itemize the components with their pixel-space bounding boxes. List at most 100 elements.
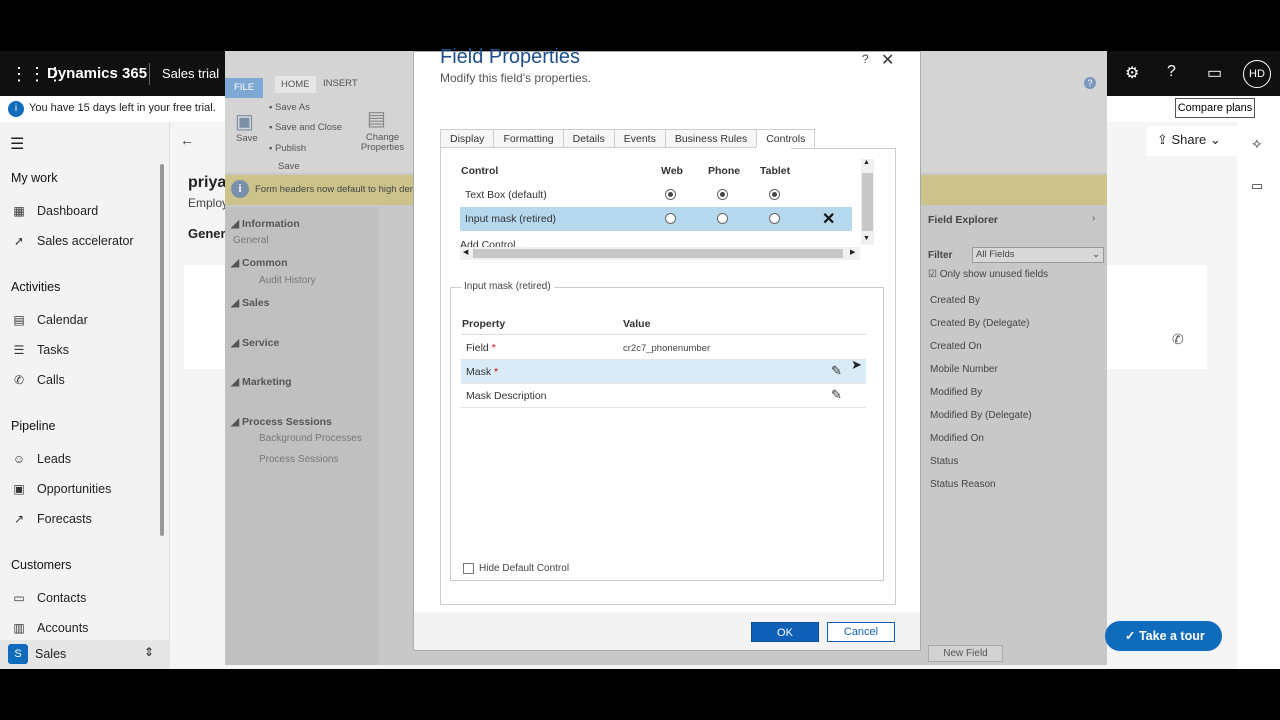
tab-display[interactable]: Display — [440, 129, 494, 148]
nav-item-accounts[interactable]: ▥ Accounts — [11, 621, 88, 635]
edit-pencil-icon[interactable]: ✎ — [831, 387, 842, 403]
nav-general[interactable]: General — [233, 235, 269, 246]
tab-file[interactable]: FILE — [225, 78, 263, 98]
dialog-footer: OK Cancel — [414, 612, 920, 650]
nav-background-processes[interactable]: Background Processes — [259, 433, 362, 444]
rocket-icon: ➚ — [13, 234, 25, 248]
control-row-textbox[interactable]: Text Box (default) — [460, 183, 852, 207]
chat-icon[interactable]: ▭ — [1207, 63, 1222, 83]
nav-scrollbar[interactable] — [160, 164, 164, 536]
radio-phone[interactable] — [717, 213, 728, 224]
scroll-thumb[interactable] — [862, 173, 873, 231]
property-row-mask[interactable]: Mask * ✎ — [461, 360, 866, 384]
filter-select[interactable]: All Fields ⌄ — [972, 247, 1104, 263]
scroll-thumb[interactable] — [473, 249, 843, 258]
nav-common[interactable]: ◢ Common — [231, 257, 288, 269]
field-item[interactable]: Created By — [930, 295, 980, 306]
nav-item-calls[interactable]: ✆ Calls — [11, 373, 65, 387]
avatar[interactable]: HD — [1243, 60, 1271, 88]
gear-icon[interactable]: ⚙ — [1125, 63, 1139, 83]
scroll-right-icon[interactable]: ▶ — [850, 248, 855, 256]
checkbox-box[interactable] — [463, 563, 474, 574]
scroll-up-icon[interactable]: ▲ — [863, 159, 870, 166]
controls-horizontal-scrollbar[interactable]: ◀ ▶ — [460, 247, 860, 260]
change-properties-button[interactable]: Change Properties — [360, 133, 405, 153]
field-item[interactable]: Created By (Delegate) — [930, 318, 1030, 329]
save-and-close-button[interactable]: ▪ Save and Close — [269, 122, 342, 133]
area-switcher[interactable]: S Sales ⇕ — [0, 640, 170, 669]
hide-default-control-checkbox[interactable]: Hide Default Control — [463, 563, 569, 574]
nav-item-dashboard[interactable]: ▦ Dashboard — [11, 204, 98, 218]
area-name[interactable]: Sales trial — [162, 66, 219, 81]
radio-web[interactable] — [665, 213, 676, 224]
hamburger-icon[interactable]: ☰ — [10, 134, 24, 154]
radio-tablet[interactable] — [769, 189, 780, 200]
field-item[interactable]: Modified On — [930, 433, 984, 444]
radio-web[interactable] — [665, 189, 676, 200]
nav-item-contacts[interactable]: ▭ Contacts — [11, 591, 86, 605]
radio-phone[interactable] — [717, 189, 728, 200]
save-button[interactable]: Save — [236, 133, 258, 144]
nav-service[interactable]: ◢ Service — [231, 337, 279, 349]
scroll-down-icon[interactable]: ▼ — [863, 235, 870, 242]
only-unused-checkbox[interactable]: ☑ Only show unused fields — [928, 269, 1048, 280]
tab-controls[interactable]: Controls — [756, 129, 816, 148]
nav-sales[interactable]: ◢ Sales — [231, 297, 269, 309]
take-a-tour-button[interactable]: ✓ Take a tour — [1105, 621, 1222, 651]
nav-information[interactable]: ◢ Information — [231, 218, 300, 230]
tab-details[interactable]: Details — [562, 129, 614, 148]
remove-icon[interactable]: ✕ — [822, 209, 835, 229]
nav-item-opportunities[interactable]: ▣ Opportunities — [11, 482, 111, 496]
nav-item-sales-accelerator[interactable]: ➚ Sales accelerator — [11, 234, 134, 248]
help-icon[interactable]: ? — [1167, 63, 1176, 81]
tab-insert[interactable]: INSERT — [323, 78, 358, 89]
nav-marketing[interactable]: ◢ Marketing — [231, 376, 292, 388]
close-icon[interactable]: ✕ — [881, 50, 894, 70]
controls-vertical-scrollbar[interactable]: ▲ ▼ — [861, 159, 874, 245]
opportunities-icon: ▣ — [13, 482, 25, 496]
tab-formatting[interactable]: Formatting — [493, 129, 563, 148]
field-item[interactable]: Modified By (Delegate) — [930, 410, 1032, 421]
nav-item-leads[interactable]: ☺ Leads — [11, 452, 71, 466]
help-icon[interactable]: ? — [1084, 77, 1096, 89]
chevron-right-icon[interactable]: › — [1092, 213, 1095, 224]
field-item[interactable]: Status Reason — [930, 479, 996, 490]
nav-item-calendar[interactable]: ▤ Calendar — [11, 313, 87, 327]
check-circle-icon: ✓ — [1125, 629, 1139, 643]
property-row-field[interactable]: Field * cr2c7_phonenumber — [461, 336, 866, 360]
tab-events[interactable]: Events — [613, 129, 665, 148]
app-name[interactable]: Dynamics 365 — [47, 65, 147, 82]
cancel-button[interactable]: Cancel — [827, 622, 895, 642]
field-item[interactable]: Status — [930, 456, 958, 467]
compare-plans-button[interactable]: Compare plans — [1175, 98, 1255, 118]
divider — [149, 63, 150, 85]
field-item[interactable]: Mobile Number — [930, 364, 998, 375]
radio-tablet[interactable] — [769, 213, 780, 224]
field-item[interactable]: Modified By — [930, 387, 982, 398]
publish-button[interactable]: ▪ Publish — [269, 143, 306, 154]
tab-business-rules[interactable]: Business Rules — [664, 129, 757, 148]
phone-icon[interactable]: ✆ — [1172, 331, 1184, 348]
edit-pencil-icon[interactable]: ✎ — [831, 363, 842, 379]
copilot-icon[interactable]: ✧ — [1251, 136, 1263, 153]
new-field-button[interactable]: New Field — [928, 645, 1003, 662]
save-as-button[interactable]: ▪ Save As — [269, 102, 310, 113]
field-item[interactable]: Created On — [930, 341, 982, 352]
property-row-mask-description[interactable]: Mask Description ✎ — [461, 384, 866, 408]
scroll-left-icon[interactable]: ◀ — [463, 248, 468, 256]
nav-process-sessions[interactable]: ◢ Process Sessions — [231, 416, 332, 428]
tab-home[interactable]: HOME — [275, 76, 316, 93]
help-button[interactable]: ? — [862, 52, 869, 66]
back-arrow-icon[interactable]: ← — [180, 132, 194, 148]
comment-icon[interactable]: ▭ — [1251, 178, 1263, 194]
ok-button[interactable]: OK — [751, 622, 819, 642]
nav-process-sessions-item[interactable]: Process Sessions — [259, 454, 338, 465]
nav-audit-history[interactable]: Audit History — [259, 275, 316, 286]
nav-item-forecasts[interactable]: ↗ Forecasts — [11, 512, 92, 526]
area-label: Sales — [35, 647, 67, 661]
only-unused-label: Only show unused fields — [939, 269, 1049, 280]
save-group-label: Save — [278, 161, 300, 172]
nav-item-tasks[interactable]: ☰ Tasks — [11, 343, 69, 357]
share-button[interactable]: ⇪ Share ⌄ — [1147, 126, 1237, 156]
control-row-input-mask[interactable]: Input mask (retired) ✕ — [460, 207, 852, 231]
